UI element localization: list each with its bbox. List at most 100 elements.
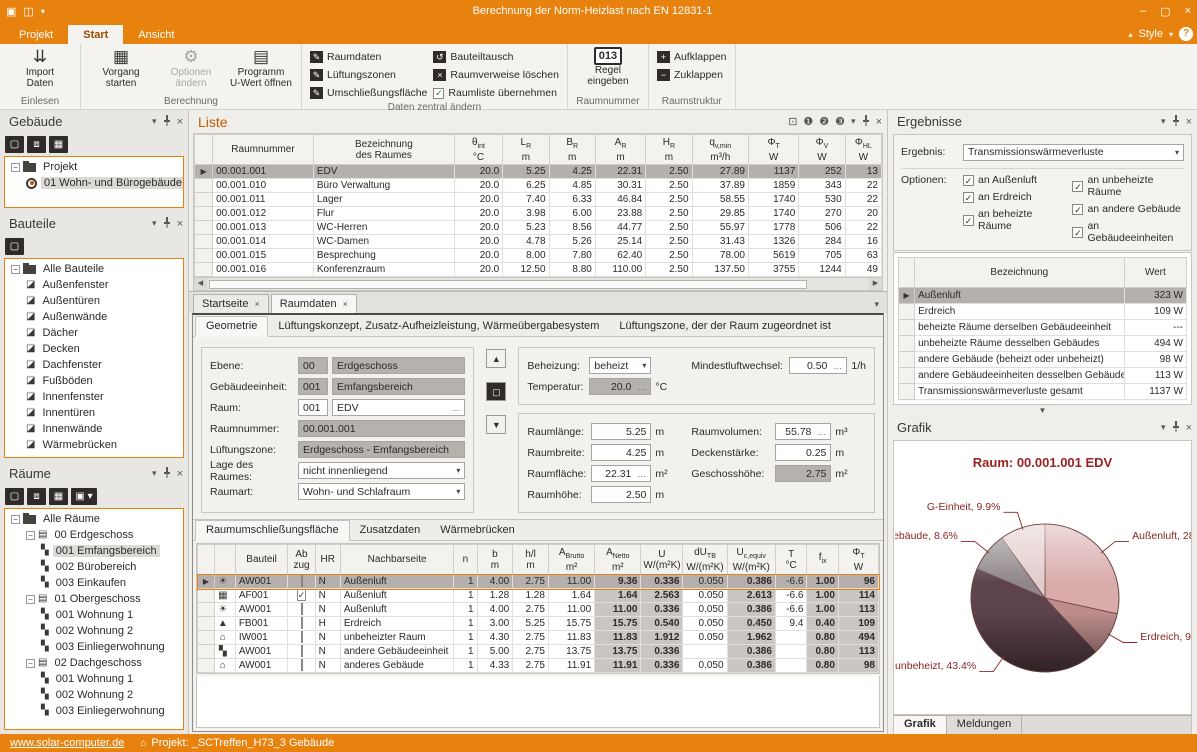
- row-selector[interactable]: [193, 206, 214, 221]
- ribbon-button[interactable]: 013 Regel eingeben: [576, 46, 640, 87]
- ribbon-small-button[interactable]: − Zuklappen: [656, 67, 727, 83]
- table-row[interactable]: ☀ AW001 N Außenluft 1 4.00 2.75 11.00 11.00 0.336…: [197, 602, 880, 617]
- ribbon-button[interactable]: ▦ Vorgang starten: [89, 46, 153, 89]
- tree-item[interactable]: ▚ 002 Wohnung 2: [5, 687, 183, 703]
- chevron-down-icon[interactable]: ▾: [456, 466, 460, 475]
- column-header[interactable]: ABrutto m²: [547, 544, 596, 575]
- column-header[interactable]: Bezeichnung des Raumes: [312, 134, 455, 165]
- row-selector[interactable]: [897, 319, 916, 336]
- delete-grid-icon[interactable]: ▦: [49, 135, 68, 153]
- ellipsis-button[interactable]: …: [814, 427, 826, 437]
- table-row[interactable]: ▲ FB001 H Erdreich 1 3.00 5.25 15.75 15.75 0.540 0…: [197, 616, 880, 631]
- tree-item[interactable]: − ▤ 02 Dachgeschoss: [5, 655, 183, 671]
- table-row[interactable]: andere Gebäudeeinheiten desselben Gebäud…: [897, 367, 1188, 384]
- expand-icon[interactable]: −: [26, 594, 35, 604]
- menu-tab-start[interactable]: Start: [68, 25, 124, 44]
- column-header[interactable]: dUTB W/(m²K): [682, 544, 728, 575]
- field-id-input[interactable]: 001: [298, 378, 328, 395]
- abzug-cell[interactable]: ✓: [287, 588, 316, 603]
- menu-tab-projekt[interactable]: Projekt: [4, 25, 68, 44]
- column-header[interactable]: HR m: [645, 134, 693, 165]
- tree-item[interactable]: ◪ Außenwände: [5, 309, 183, 325]
- abzug-cell[interactable]: [287, 658, 316, 673]
- row-selector[interactable]: [193, 178, 214, 193]
- table-row[interactable]: 00.001.014 WC-Damen 20.0 4.78 5.26 25.14 2.50 3…: [193, 234, 883, 249]
- menu-tab-ansicht[interactable]: Ansicht: [123, 25, 189, 44]
- table-row[interactable]: Erdreich 109 W: [897, 303, 1188, 320]
- tree-item[interactable]: − ▤ 01 Obergeschoss: [5, 591, 183, 607]
- chevron-down-icon[interactable]: ▾: [152, 468, 157, 479]
- checkbox-icon[interactable]: [300, 631, 303, 643]
- dock-icon[interactable]: ⊡: [788, 115, 797, 128]
- column-header[interactable]: ΦV W: [798, 134, 846, 165]
- row-selector[interactable]: [193, 234, 214, 249]
- row-selector[interactable]: [197, 616, 215, 631]
- column-header[interactable]: θint °C: [453, 134, 504, 165]
- pin-icon[interactable]: [163, 114, 171, 129]
- table-row[interactable]: ▚ AW001 Nandere Gebäudeeinheit 1 5.00 2.75 13.…: [197, 644, 880, 659]
- row-selector[interactable]: [193, 220, 214, 235]
- table-row[interactable]: unbeheizte Räume desselben Gebäudes 494 W: [897, 335, 1188, 352]
- column-header[interactable]: Bezeichnung: [914, 257, 1125, 288]
- row-selector[interactable]: [897, 335, 916, 352]
- tree-item[interactable]: ◪ Innenfenster: [5, 389, 183, 405]
- abzug-cell[interactable]: [287, 644, 316, 659]
- tree-item[interactable]: ▚ 002 Wohnung 2: [5, 623, 183, 639]
- field-input[interactable]: nicht innenliegend ▾: [298, 462, 466, 479]
- column-header[interactable]: AR m: [594, 134, 647, 165]
- table-row[interactable]: Transmissionswärmeverluste gesamt 1137 W: [897, 383, 1188, 400]
- tree-item[interactable]: ▚ 002 Bürobereich: [5, 559, 183, 575]
- expand-icon[interactable]: −: [11, 514, 20, 524]
- table-row[interactable]: andere Gebäude (beheizt oder unbeheizt) 9…: [897, 351, 1188, 368]
- field-input[interactable]: Wohn- und Schlafraum ▾: [298, 483, 466, 500]
- collapse-ribbon-icon[interactable]: ▴: [1129, 30, 1133, 39]
- tab-list-icon[interactable]: ▾: [870, 299, 883, 313]
- field-input[interactable]: beheizt ▾: [589, 357, 652, 374]
- chevron-down-icon[interactable]: ▾: [851, 116, 856, 127]
- row-selector[interactable]: [897, 303, 916, 320]
- tree-item[interactable]: ◪ Innenwände: [5, 421, 183, 437]
- table-row[interactable]: ▶ Außenluft 323 W: [897, 287, 1188, 304]
- help-button[interactable]: ?: [1179, 27, 1193, 41]
- pin-icon[interactable]: [862, 114, 870, 129]
- liste-hscrollbar[interactable]: ◀ ▶: [194, 277, 882, 290]
- close-icon[interactable]: ×: [1186, 116, 1192, 128]
- checkbox-icon[interactable]: [300, 603, 303, 615]
- table-row[interactable]: ▶ ☀ AW001 N Außenluft 1 4.00 2.75 11.00 9.36 0.336…: [196, 573, 880, 590]
- tab[interactable]: Raumumschließungsfläche: [195, 520, 350, 541]
- close-icon[interactable]: ×: [177, 468, 183, 480]
- close-icon[interactable]: ×: [177, 116, 183, 128]
- option-checkbox[interactable]: ✓ an andere Gebäude: [1072, 203, 1184, 215]
- table-row[interactable]: beheizte Räume derselben Gebäudeeinheit -…: [897, 319, 1188, 336]
- row-selector[interactable]: [897, 351, 916, 368]
- view-options-icon[interactable]: ▣ ▾: [71, 487, 97, 505]
- row-selector[interactable]: [193, 192, 214, 207]
- column-header[interactable]: qv,min m³/h: [691, 134, 749, 165]
- doc-tab-raumdaten[interactable]: Raumdaten ×: [270, 294, 357, 313]
- grafik-tab-meldungen[interactable]: Meldungen: [947, 716, 1023, 734]
- tree-item[interactable]: ▚ 001 Emfangsbereich: [5, 543, 183, 559]
- ribbon-small-button[interactable]: ✎ Umschließungsfläche: [310, 85, 427, 101]
- ellipsis-button[interactable]: …: [830, 361, 842, 371]
- doc-tab-startseite[interactable]: Startseite ×: [193, 294, 269, 313]
- copy-icon[interactable]: ⧈: [27, 135, 46, 153]
- option-checkbox[interactable]: ✓ an Gebäudeeinheiten: [1072, 220, 1184, 244]
- option-checkbox[interactable]: ✓ an beheizte Räume: [963, 208, 1062, 232]
- chevron-down-icon[interactable]: ▾: [1161, 422, 1166, 433]
- tree-item[interactable]: ▚ 003 Einkaufen: [5, 575, 183, 591]
- tree-item[interactable]: ▚ 003 Einliegerwohnung: [5, 703, 183, 719]
- option-checkbox[interactable]: ✓ an Außenluft: [963, 174, 1062, 186]
- row-selector[interactable]: [197, 602, 215, 617]
- ellipsis-button[interactable]: …: [634, 469, 646, 479]
- scroll-right-icon[interactable]: ▶: [869, 278, 882, 290]
- style-menu[interactable]: Style: [1139, 28, 1163, 40]
- chevron-down-icon[interactable]: ▾: [642, 361, 646, 370]
- row-selector[interactable]: [197, 588, 215, 603]
- column-header[interactable]: ΦHL W: [844, 134, 883, 165]
- tree-item[interactable]: ▚ 001 Wohnung 1: [5, 671, 183, 687]
- abzug-cell[interactable]: [287, 630, 316, 645]
- abzug-cell[interactable]: [287, 574, 316, 589]
- column-header[interactable]: bm: [476, 544, 514, 575]
- tab[interactable]: Lüftungskonzept, Zusatz-Aufheizleistung,…: [268, 317, 609, 336]
- close-icon[interactable]: ×: [177, 218, 183, 230]
